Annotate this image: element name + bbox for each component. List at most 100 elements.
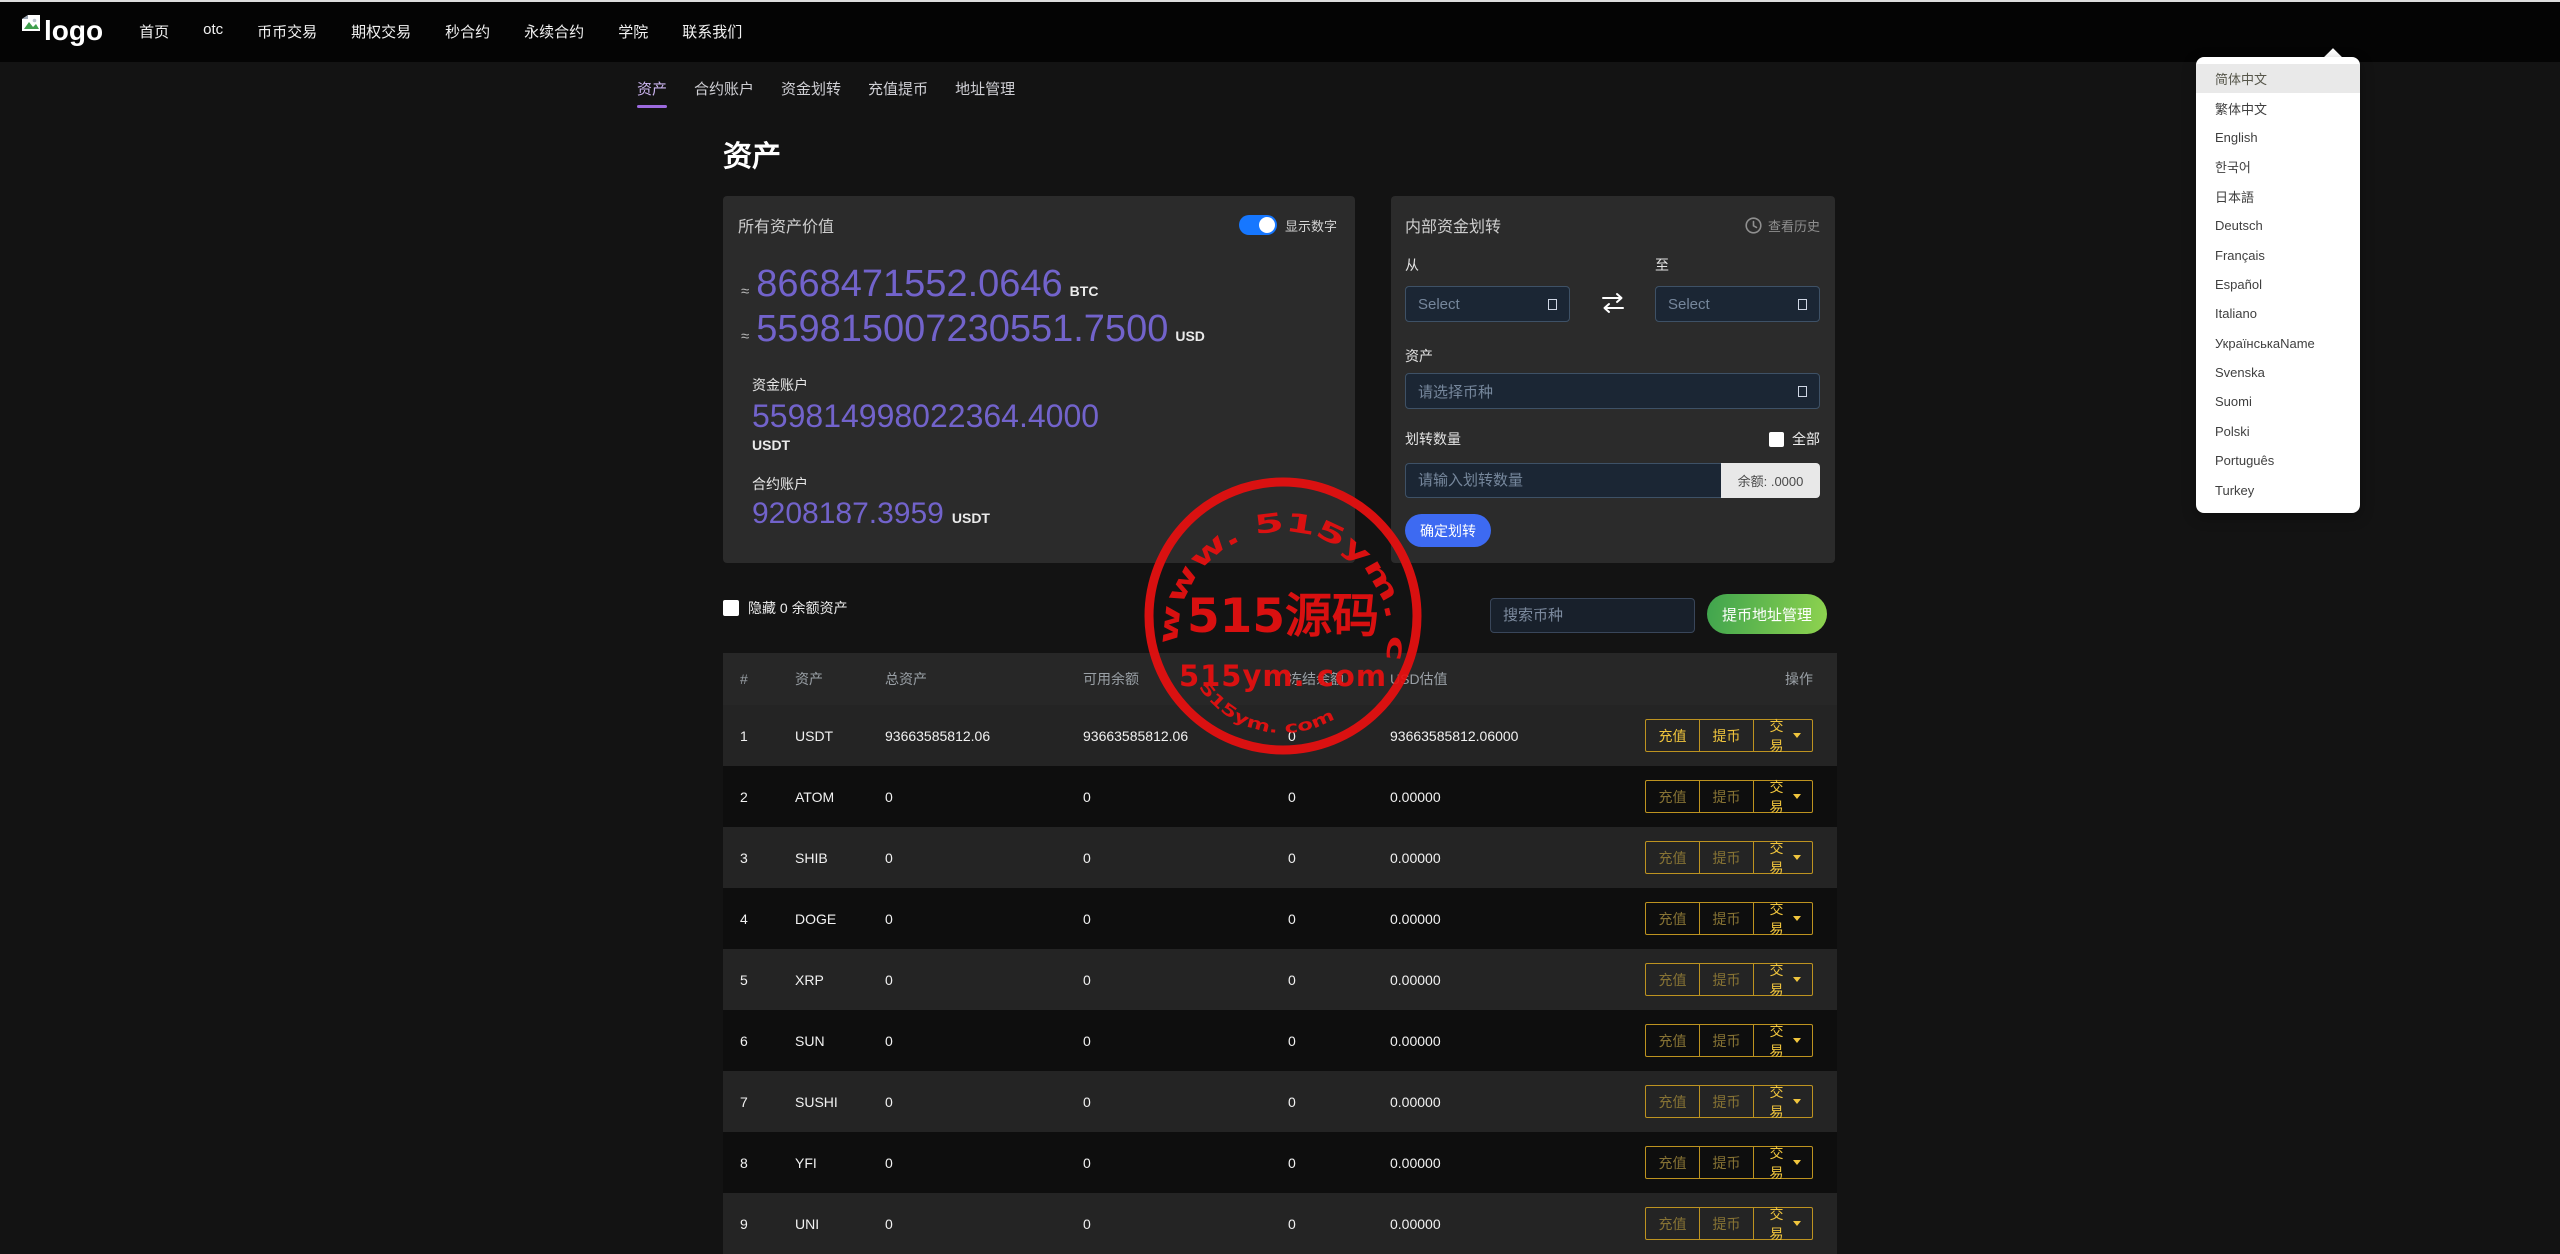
language-option[interactable]: 繁体中文 <box>2196 93 2360 122</box>
hide-zero-checkbox[interactable] <box>723 600 739 616</box>
from-select[interactable]: Select <box>1405 286 1570 322</box>
language-option[interactable]: Français <box>2196 240 2360 269</box>
trade-button[interactable]: 交易 <box>1753 779 1813 815</box>
cell-usd-value: 0.00000 <box>1390 849 1441 866</box>
withdraw-address-manage-button[interactable]: 提币地址管理 <box>1707 594 1827 634</box>
usd-total-value: 559815007230551.7500 <box>756 308 1169 350</box>
logo[interactable]: logo <box>20 14 103 48</box>
language-option[interactable]: УкраїнськаName <box>2196 329 2360 358</box>
tab-地址管理[interactable]: 地址管理 <box>955 78 1015 108</box>
withdraw-address-manage-label: 提币地址管理 <box>1721 606 1812 624</box>
cell-coin: YFI <box>795 1154 817 1171</box>
fund-account-label: 资金账户 <box>752 377 808 393</box>
language-option[interactable]: Italiano <box>2196 299 2360 328</box>
amount-input[interactable] <box>1405 463 1721 498</box>
nav-item-币币交易[interactable]: 币币交易 <box>257 21 317 42</box>
coin-select[interactable]: 请选择币种 <box>1405 373 1820 409</box>
withdraw-button[interactable]: 提币 <box>1699 1207 1754 1240</box>
withdraw-button[interactable]: 提币 <box>1699 780 1754 813</box>
language-option[interactable]: Turkey <box>2196 475 2360 504</box>
tab-充值提币[interactable]: 充值提币 <box>868 78 928 108</box>
withdraw-button[interactable]: 提币 <box>1699 719 1754 752</box>
withdraw-button[interactable]: 提币 <box>1699 841 1754 874</box>
trade-button[interactable]: 交易 <box>1753 962 1813 998</box>
confirm-transfer-button[interactable]: 确定划转 <box>1405 514 1491 547</box>
deposit-button[interactable]: 充值 <box>1645 902 1700 935</box>
deposit-button[interactable]: 充值 <box>1645 1024 1700 1057</box>
cell-frozen: 0 <box>1288 1093 1296 1110</box>
language-option[interactable]: Português <box>2196 446 2360 475</box>
action-button-group: 充值 提币 交易 <box>1645 962 1813 998</box>
chevron-down-icon <box>1793 977 1801 982</box>
language-option[interactable]: English <box>2196 123 2360 152</box>
cell-index: 6 <box>740 1032 748 1049</box>
cell-total: 0 <box>885 1093 893 1110</box>
nav-item-otc[interactable]: otc <box>203 21 223 42</box>
tab-资产[interactable]: 资产 <box>637 78 668 108</box>
language-option[interactable]: 日本語 <box>2196 182 2360 211</box>
language-option[interactable]: 한국어 <box>2196 152 2360 181</box>
deposit-button[interactable]: 充值 <box>1645 1085 1700 1118</box>
show-numbers-toggle[interactable]: 显示数字 <box>1238 215 1337 235</box>
deposit-button[interactable]: 充值 <box>1645 780 1700 813</box>
swap-direction-button[interactable] <box>1570 255 1655 322</box>
toggle-switch[interactable] <box>1238 215 1277 235</box>
clock-icon <box>1745 216 1762 234</box>
withdraw-button[interactable]: 提币 <box>1699 963 1754 996</box>
action-button-group: 充值 提币 交易 <box>1645 1206 1813 1242</box>
trade-button[interactable]: 交易 <box>1753 718 1813 754</box>
cell-available: 0 <box>1083 910 1091 927</box>
nav-item-期权交易[interactable]: 期权交易 <box>351 21 411 42</box>
btc-unit: BTC <box>1069 283 1099 299</box>
cell-total: 0 <box>885 1154 893 1171</box>
language-option[interactable]: Español <box>2196 270 2360 299</box>
trade-button[interactable]: 交易 <box>1753 901 1813 937</box>
cell-available: 0 <box>1083 971 1091 988</box>
nav-item-联系我们[interactable]: 联系我们 <box>682 21 742 42</box>
cell-actions: 充值 提币 交易 <box>1645 779 1813 815</box>
language-option[interactable]: Suomi <box>2196 387 2360 416</box>
withdraw-button[interactable]: 提币 <box>1699 902 1754 935</box>
chevron-down-icon <box>1793 1160 1801 1165</box>
tab-资金划转[interactable]: 资金划转 <box>781 78 841 108</box>
from-to-row: 从 Select 至 Select <box>1405 255 1820 322</box>
cell-actions: 充值 提币 交易 <box>1645 1145 1813 1181</box>
trade-button[interactable]: 交易 <box>1753 1023 1813 1059</box>
column-header: 资产 <box>795 671 823 687</box>
cell-coin: XRP <box>795 971 824 988</box>
withdraw-button[interactable]: 提币 <box>1699 1085 1754 1118</box>
all-checkbox[interactable] <box>1769 431 1784 447</box>
usd-unit: USD <box>1175 328 1205 344</box>
deposit-button[interactable]: 充值 <box>1645 719 1700 752</box>
transfer-all-option[interactable]: 全部 <box>1769 429 1820 449</box>
view-history-link[interactable]: 查看历史 <box>1745 216 1820 235</box>
language-option[interactable]: Polski <box>2196 417 2360 446</box>
nav-item-首页[interactable]: 首页 <box>139 21 169 42</box>
deposit-button[interactable]: 充值 <box>1645 1207 1700 1240</box>
cell-usd-value: 0.00000 <box>1390 788 1441 805</box>
select-box-icon <box>1548 298 1557 310</box>
deposit-button[interactable]: 充值 <box>1645 841 1700 874</box>
search-input[interactable] <box>1490 598 1695 633</box>
trade-button[interactable]: 交易 <box>1753 1206 1813 1242</box>
tab-合约账户[interactable]: 合约账户 <box>694 78 754 108</box>
trade-button[interactable]: 交易 <box>1753 1145 1813 1181</box>
language-option[interactable]: Deutsch <box>2196 211 2360 240</box>
cell-index: 4 <box>740 910 748 927</box>
nav-item-秒合约[interactable]: 秒合约 <box>445 21 490 42</box>
withdraw-button[interactable]: 提币 <box>1699 1024 1754 1057</box>
withdraw-button[interactable]: 提币 <box>1699 1146 1754 1179</box>
nav-item-永续合约[interactable]: 永续合约 <box>524 21 584 42</box>
language-option[interactable]: Svenska <box>2196 358 2360 387</box>
to-select[interactable]: Select <box>1655 286 1820 322</box>
deposit-button[interactable]: 充值 <box>1645 1146 1700 1179</box>
btc-total-value: 8668471552.0646 <box>756 263 1063 305</box>
chevron-down-icon <box>1793 733 1801 738</box>
nav-item-学院[interactable]: 学院 <box>618 21 648 42</box>
deposit-button[interactable]: 充值 <box>1645 963 1700 996</box>
from-select-value: Select <box>1418 295 1460 313</box>
trade-button[interactable]: 交易 <box>1753 840 1813 876</box>
hide-zero-option[interactable]: 隐藏 0 余额资产 <box>723 598 848 618</box>
trade-button[interactable]: 交易 <box>1753 1084 1813 1120</box>
language-option[interactable]: 简体中文 <box>2196 64 2360 94</box>
